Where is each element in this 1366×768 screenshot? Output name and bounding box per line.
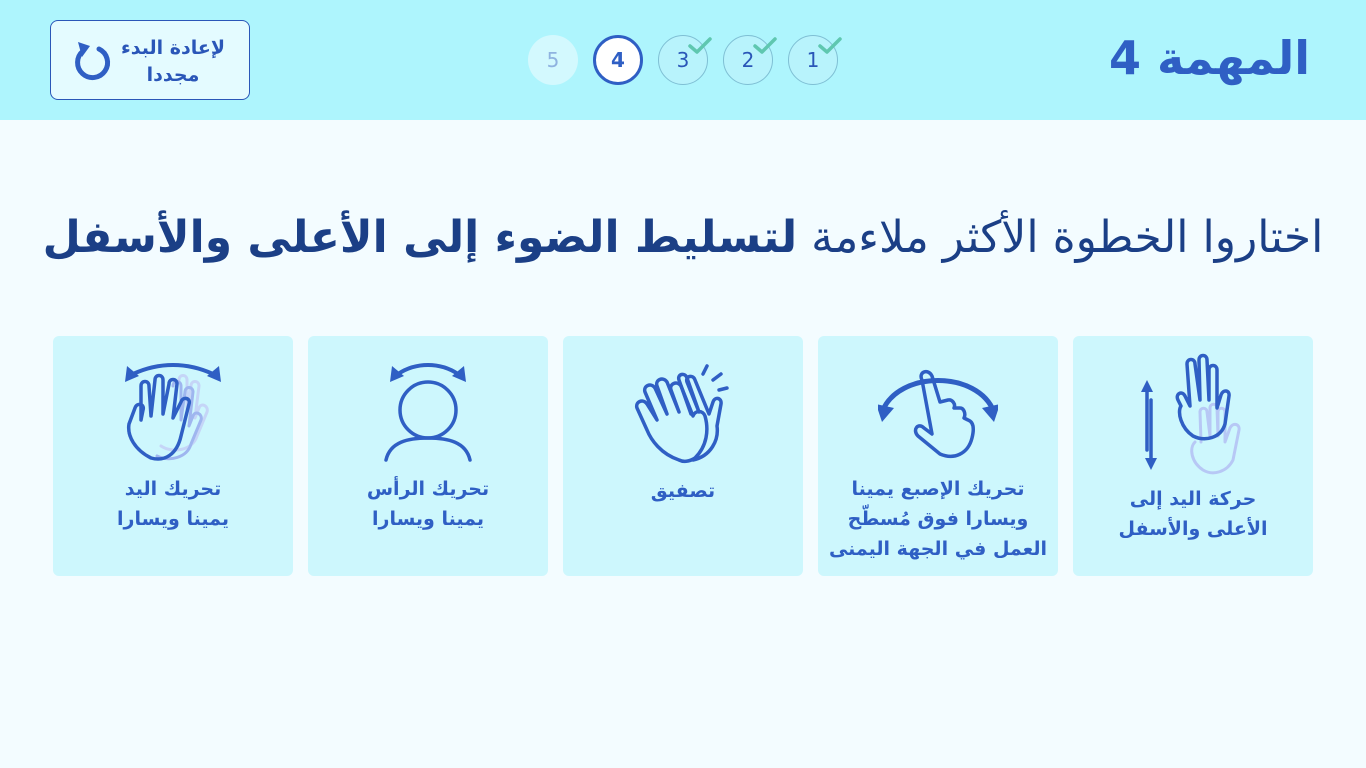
check-icon bbox=[753, 37, 777, 54]
question-emphasis: لتسليط الضوء إلى الأعلى والأسفل bbox=[42, 212, 798, 263]
clapping-hands-icon bbox=[634, 364, 729, 464]
restart-button[interactable]: لإعادة البدء مجددا bbox=[50, 20, 250, 100]
hand-wave-icon bbox=[125, 363, 221, 461]
step-2[interactable]: 2 bbox=[723, 35, 777, 85]
step-4[interactable]: 4 bbox=[593, 35, 643, 85]
step-progress: 1 2 3 4 5 bbox=[528, 35, 842, 87]
step-5: 5 bbox=[528, 35, 578, 85]
option-card-clapping[interactable]: تصفيق bbox=[563, 336, 803, 576]
restart-label: لإعادة البدء مجددا bbox=[121, 37, 225, 86]
option-label: تحريك الرأس يمينا ويسارا bbox=[366, 478, 490, 530]
header-bar: المهمة 4 1 2 3 4 5 لإعادة البدء مجددا bbox=[0, 0, 1366, 120]
option-label: حركة اليد إلى الأعلى والأسفل bbox=[1118, 488, 1268, 540]
step-3[interactable]: 3 bbox=[658, 35, 712, 85]
option-card-finger-swipe[interactable]: تحريك الإصبع يمينا ويسارا فوق مُسطّح الع… bbox=[818, 336, 1058, 576]
option-card-hand-up-down[interactable]: حركة اليد إلى الأعلى والأسفل bbox=[1073, 336, 1313, 576]
option-label: تحريك اليد يمينا ويسارا bbox=[117, 478, 229, 530]
finger-swipe-icon bbox=[878, 369, 998, 459]
option-card-head-turn[interactable]: تحريك الرأس يمينا ويسارا bbox=[308, 336, 548, 576]
question-prefix: اختاروا الخطوة الأكثر ملاءمة bbox=[797, 212, 1324, 263]
hand-up-down-icon bbox=[1141, 353, 1241, 475]
head-turn-icon bbox=[384, 363, 472, 462]
step-1[interactable]: 1 bbox=[788, 35, 842, 85]
step-number: 5 bbox=[546, 48, 560, 72]
option-label: تحريك الإصبع يمينا ويسارا فوق مُسطّح الع… bbox=[828, 478, 1048, 560]
option-label: تصفيق bbox=[650, 480, 716, 502]
step-number: 4 bbox=[611, 48, 625, 72]
restart-icon bbox=[75, 42, 111, 80]
check-icon bbox=[818, 37, 842, 54]
check-icon bbox=[688, 37, 712, 54]
task-title: المهمة 4 bbox=[1108, 31, 1310, 85]
option-card-hand-wave[interactable]: تحريك اليد يمينا ويسارا bbox=[53, 336, 293, 576]
question-text: اختاروا الخطوة الأكثر ملاءمة لتسليط الضو… bbox=[40, 205, 1326, 275]
